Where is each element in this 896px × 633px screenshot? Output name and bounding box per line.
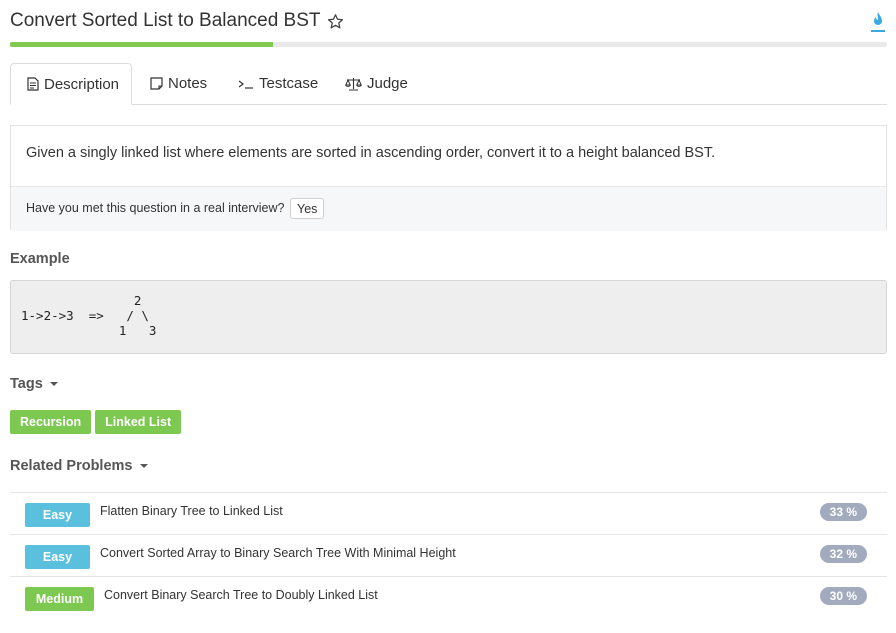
star-icon[interactable]: [327, 13, 344, 30]
terminal-icon: [238, 78, 254, 90]
tags-heading: Tags: [10, 376, 43, 392]
tab-label: Description: [44, 75, 120, 93]
caret-down-icon: [49, 382, 58, 386]
list-item: Easy Convert Sorted Array to Binary Sear…: [10, 534, 887, 576]
difficulty-badge: Easy: [25, 503, 90, 527]
tab-judge[interactable]: Judge: [345, 63, 408, 104]
tag-list: Recursion Linked List: [10, 410, 182, 434]
acceptance-badge: 32 %: [819, 545, 867, 563]
related-problems-heading: Related Problems: [10, 458, 133, 474]
description-panel: Given a singly linked list where element…: [10, 125, 887, 231]
progress-bar: [10, 42, 887, 47]
related-problems-toggle[interactable]: Related Problems: [10, 458, 148, 474]
tag-linked-list[interactable]: Linked List: [95, 410, 182, 434]
difficulty-badge: Medium: [25, 587, 94, 611]
example-box: 2 1->2->3 => / \ 1 3: [10, 280, 887, 354]
tab-label: Testcase: [259, 75, 319, 92]
problem-link[interactable]: Convert Sorted Array to Binary Search Tr…: [100, 546, 456, 560]
related-problems-list: Easy Flatten Binary Tree to Linked List …: [10, 492, 887, 618]
caret-down-icon: [139, 464, 148, 468]
list-item: Easy Flatten Binary Tree to Linked List …: [10, 492, 887, 534]
problem-link[interactable]: Convert Binary Search Tree to Doubly Lin…: [104, 588, 378, 602]
note-icon: [150, 77, 163, 90]
interview-question: Have you met this question in a real int…: [26, 201, 285, 215]
tab-label: Notes: [168, 75, 208, 92]
page-title-bar: Convert Sorted List to Balanced BST: [10, 10, 344, 32]
document-icon: [27, 77, 39, 91]
acceptance-badge: 30 %: [819, 587, 867, 605]
difficulty-badge: Easy: [25, 545, 90, 569]
interview-bar: Have you met this question in a real int…: [11, 186, 886, 231]
tab-description[interactable]: Description: [10, 63, 132, 105]
progress-bar-fill: [10, 42, 274, 47]
example-heading: Example: [10, 251, 70, 267]
list-item: Medium Convert Binary Search Tree to Dou…: [10, 576, 887, 618]
tab-testcase[interactable]: Testcase: [238, 63, 318, 104]
tab-bar: Description Notes Testcase Judge: [10, 63, 887, 105]
acceptance-badge: 33 %: [819, 503, 867, 521]
problem-link[interactable]: Flatten Binary Tree to Linked List: [100, 504, 283, 518]
tab-notes[interactable]: Notes: [150, 63, 207, 104]
example-code: 2 1->2->3 => / \ 1 3: [21, 293, 157, 338]
scale-icon: [345, 77, 362, 91]
problem-description: Given a singly linked list where element…: [26, 145, 716, 161]
flame-icon[interactable]: [870, 11, 886, 33]
page-title: Convert Sorted List to Balanced BST: [10, 10, 321, 31]
yes-button[interactable]: Yes: [290, 198, 325, 219]
tag-recursion[interactable]: Recursion: [10, 410, 92, 434]
tags-toggle[interactable]: Tags: [10, 376, 58, 392]
tab-label: Judge: [367, 75, 408, 92]
